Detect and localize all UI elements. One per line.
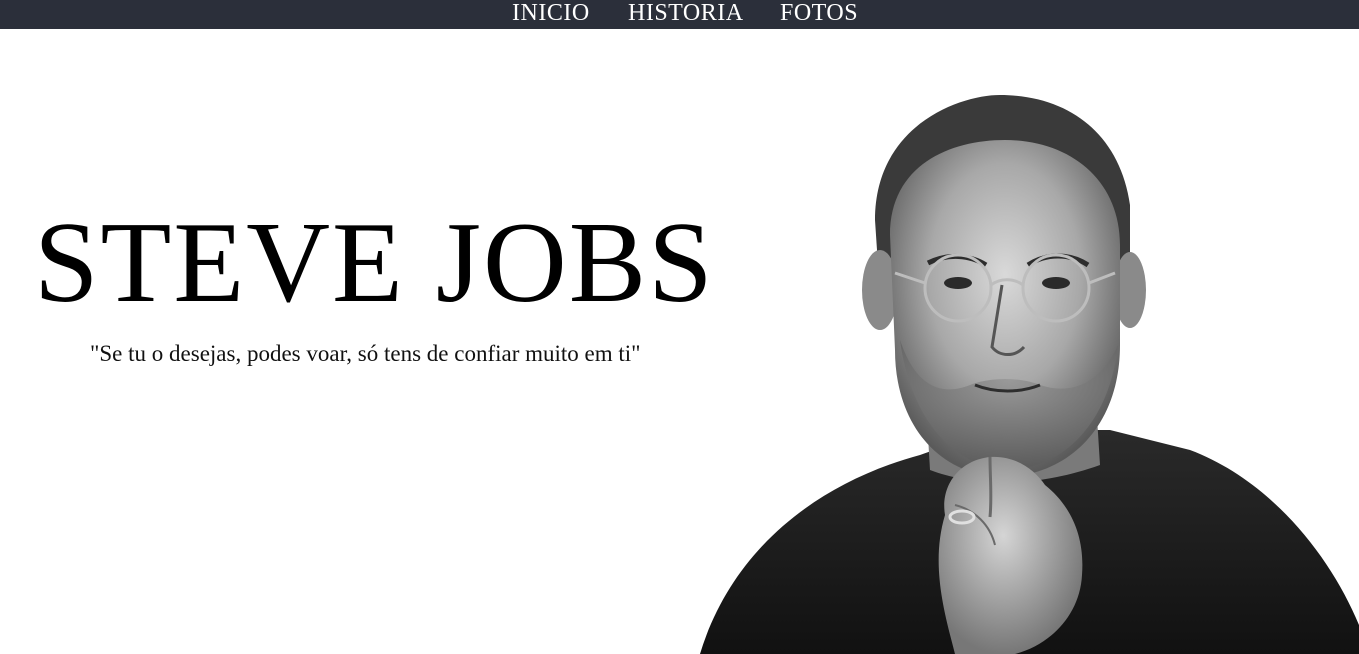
- nav-link-fotos[interactable]: FOTOS: [780, 0, 858, 29]
- top-navbar: INICIO HISTORIA FOTOS: [0, 0, 1359, 29]
- hero-quote: "Se tu o desejas, podes voar, só tens de…: [90, 341, 641, 366]
- portrait-photo: [690, 85, 1359, 654]
- hero-title: STEVE JOBS: [34, 199, 715, 327]
- nav-link-historia[interactable]: HISTORIA: [628, 0, 744, 29]
- nav-link-inicio[interactable]: INICIO: [512, 0, 590, 29]
